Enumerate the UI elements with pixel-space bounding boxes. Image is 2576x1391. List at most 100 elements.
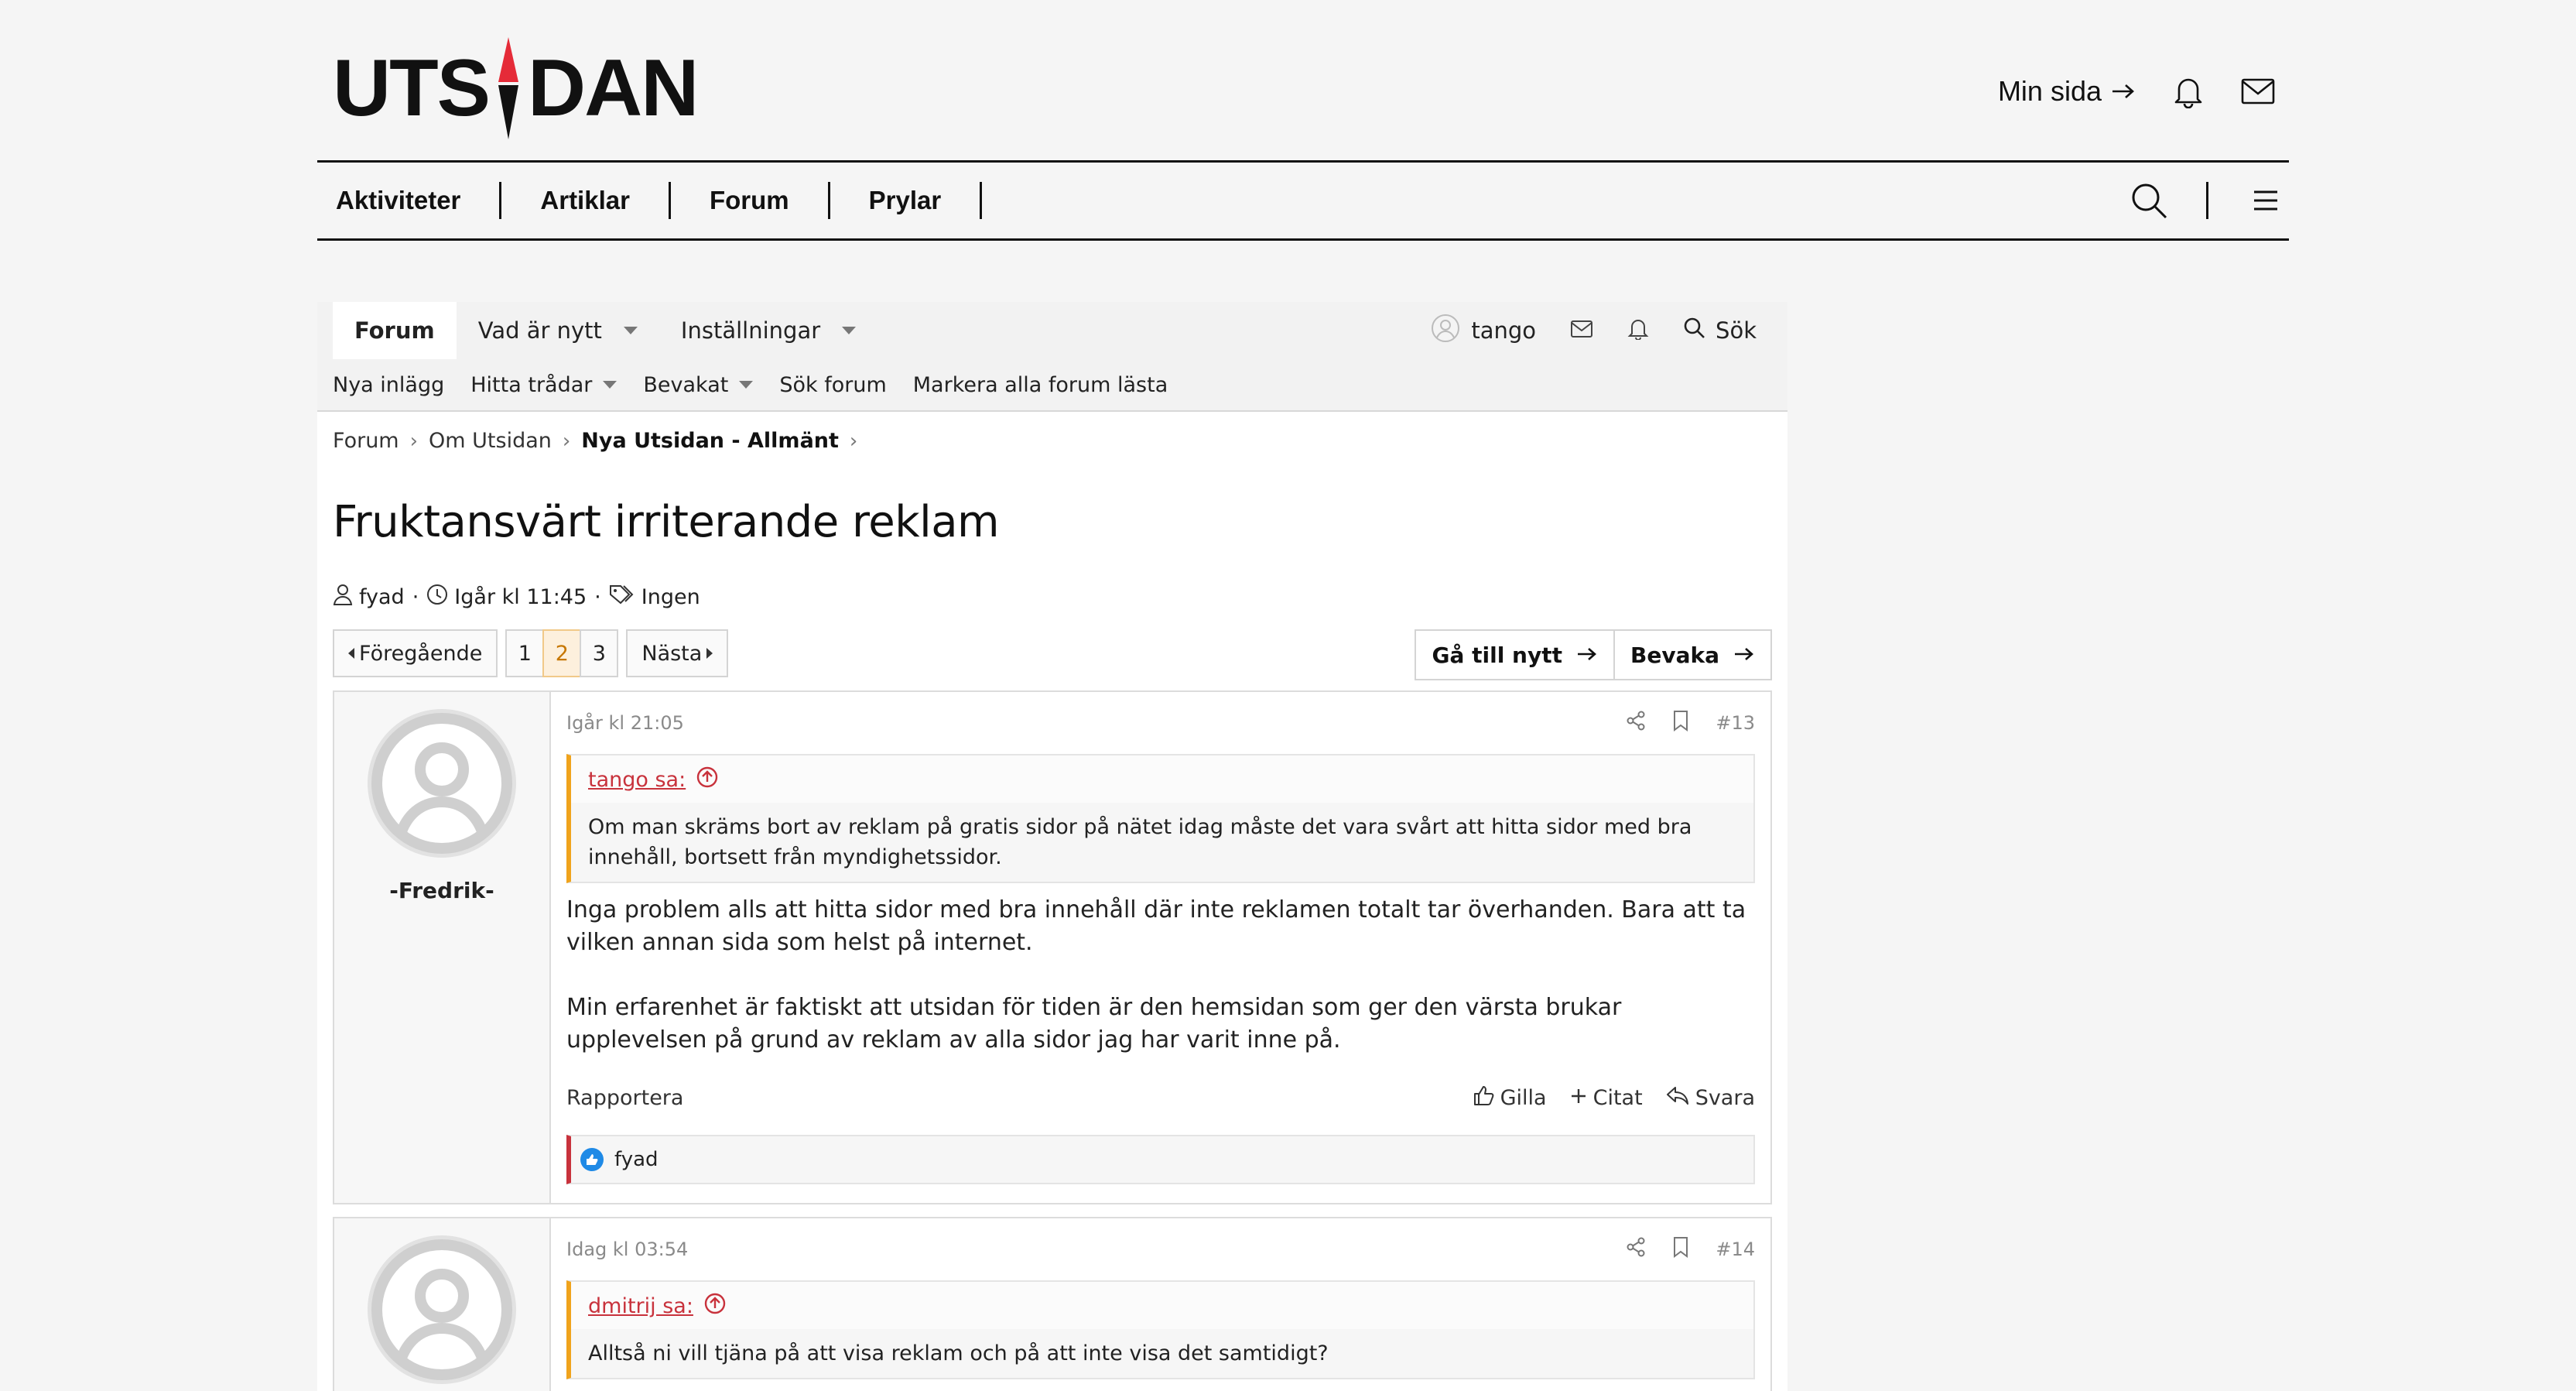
- post-header: Igår kl 21:05 #13: [566, 707, 1755, 738]
- post-time[interactable]: Idag kl 03:54: [566, 1239, 688, 1260]
- sub-nav-markera-lasta[interactable]: Markera alla forum lästa: [913, 373, 1168, 397]
- thread-author[interactable]: fyad: [359, 585, 405, 609]
- quote-header[interactable]: dmitrij sa:: [571, 1282, 1753, 1329]
- quote-author[interactable]: dmitrij sa:: [588, 1294, 693, 1318]
- reactions-bar[interactable]: fyad: [566, 1135, 1755, 1184]
- inbox-icon[interactable]: [1570, 317, 1593, 344]
- meta-separator: ·: [412, 585, 419, 609]
- clock-icon: [426, 584, 448, 611]
- page-button-3[interactable]: 3: [580, 629, 619, 677]
- forum-user-link[interactable]: tango: [1431, 313, 1536, 348]
- arrow-right-icon: [1733, 642, 1755, 668]
- like-label: Gilla: [1500, 1086, 1547, 1110]
- mail-icon[interactable]: [2241, 74, 2275, 108]
- tags-icon: [609, 584, 635, 611]
- quote-header[interactable]: tango sa:: [571, 755, 1753, 803]
- nav-item-prylar[interactable]: Prylar: [830, 182, 983, 219]
- avatar[interactable]: [368, 709, 516, 858]
- reaction-user[interactable]: fyad: [614, 1148, 659, 1171]
- tab-forum-label: Forum: [354, 317, 435, 344]
- share-icon[interactable]: [1626, 1237, 1646, 1262]
- share-icon[interactable]: [1626, 711, 1646, 735]
- post-user-cell: -Fredrik-: [334, 692, 551, 1203]
- nav-item-forum[interactable]: Forum: [671, 182, 830, 219]
- thread-tags: Ingen: [641, 585, 700, 609]
- post-time[interactable]: Igår kl 21:05: [566, 712, 684, 734]
- forum-search-label: Sök: [1716, 317, 1757, 344]
- sub-nav-bevakat[interactable]: Bevakat: [643, 373, 754, 397]
- thread-meta: fyad · Igår kl 11:45 · Ingen: [333, 584, 700, 611]
- quote-author[interactable]: tango sa:: [588, 768, 686, 792]
- nav-item-artiklar[interactable]: Artiklar: [501, 182, 671, 219]
- thread-date[interactable]: Igår kl 11:45: [454, 585, 587, 609]
- quote-button[interactable]: Citat: [1570, 1086, 1643, 1110]
- post-paragraph: Min erfarenhet är faktiskt att utsidan f…: [566, 994, 1622, 1054]
- prev-page-button[interactable]: Föregående: [333, 629, 498, 677]
- reply-button[interactable]: Svara: [1666, 1085, 1755, 1111]
- tab-vad-ar-nytt-label: Vad är nytt: [477, 317, 602, 344]
- prev-page-label: Föregående: [359, 641, 483, 666]
- compass-needle-icon: [492, 34, 525, 142]
- post-user-cell: [334, 1218, 551, 1391]
- next-page-button[interactable]: Nästa: [626, 629, 729, 677]
- breadcrumb-nya-utsidan[interactable]: Nya Utsidan - Allmänt: [581, 429, 839, 453]
- arrow-up-circle-icon[interactable]: [696, 766, 718, 793]
- user-icon: [333, 584, 353, 611]
- sub-nav-hitta-tradar[interactable]: Hitta trådar: [470, 373, 617, 397]
- page-button-2[interactable]: 2: [542, 629, 582, 677]
- post-number[interactable]: #13: [1716, 712, 1755, 734]
- goto-new-button[interactable]: Gå till nytt: [1415, 629, 1615, 680]
- forum-nav: Forum Vad är nytt Inställningar tango Sö…: [317, 302, 1787, 359]
- watch-button[interactable]: Bevaka: [1613, 629, 1772, 680]
- logo-text-right: DAN: [528, 43, 699, 133]
- like-button[interactable]: Gilla: [1473, 1084, 1547, 1112]
- chevron-down-icon: [623, 327, 638, 334]
- post-body: Inga problem alls att hitta sidor med br…: [566, 894, 1755, 1057]
- forum-search-button[interactable]: Sök: [1683, 317, 1757, 345]
- utsidan-logo[interactable]: UTS DAN: [333, 34, 699, 142]
- search-icon[interactable]: [2126, 182, 2172, 219]
- goto-new-label: Gå till nytt: [1432, 642, 1562, 668]
- min-sida-link[interactable]: Min sida: [1998, 75, 2136, 108]
- watch-label: Bevaka: [1630, 642, 1719, 668]
- thread-actions: Gå till nytt Bevaka: [1415, 629, 1772, 680]
- bookmark-icon[interactable]: [1672, 710, 1689, 736]
- main-navigation: Aktiviteter Artiklar Forum Prylar: [317, 160, 2289, 241]
- breadcrumb-forum[interactable]: Forum: [333, 429, 399, 453]
- chevron-right-icon: ›: [562, 429, 571, 453]
- post-number[interactable]: #14: [1716, 1239, 1755, 1260]
- avatar[interactable]: [368, 1235, 516, 1384]
- tab-vad-ar-nytt[interactable]: Vad är nytt: [457, 302, 659, 359]
- site-header: UTS DAN Min sida Aktiviteter Artiklar Fo…: [317, 0, 2289, 242]
- meta-separator: ·: [594, 585, 601, 609]
- report-link[interactable]: Rapportera: [566, 1086, 683, 1110]
- tab-forum[interactable]: Forum: [333, 302, 457, 359]
- bell-icon[interactable]: [2171, 74, 2205, 108]
- tab-installningar[interactable]: Inställningar: [659, 302, 877, 359]
- nav-tools-divider: [2206, 182, 2208, 219]
- tab-installningar-label: Inställningar: [680, 317, 821, 344]
- user-avatar-icon: [1431, 313, 1460, 348]
- quote-block: dmitrij sa: Alltså ni vill tjäna på att …: [566, 1280, 1755, 1379]
- page-button-1[interactable]: 1: [505, 629, 545, 677]
- sub-nav-label: Nya inlägg: [333, 372, 445, 397]
- reply-icon: [1666, 1085, 1689, 1111]
- sub-nav-sok-forum[interactable]: Sök forum: [779, 373, 886, 397]
- thumbs-up-icon: [1473, 1084, 1494, 1112]
- arrow-right-icon: [1576, 642, 1598, 668]
- arrow-up-circle-icon[interactable]: [704, 1293, 726, 1320]
- nav-item-aktiviteter[interactable]: Aktiviteter: [317, 182, 502, 219]
- post-username[interactable]: -Fredrik-: [389, 878, 494, 903]
- alerts-bell-icon[interactable]: [1627, 317, 1649, 345]
- post-content: Igår kl 21:05 #13 tango sa: Om man skräm…: [551, 692, 1770, 1203]
- sub-nav-nya-inlagg[interactable]: Nya inlägg: [333, 373, 444, 397]
- bookmark-icon[interactable]: [1672, 1236, 1689, 1263]
- breadcrumb: Forum › Om Utsidan › Nya Utsidan - Allmä…: [333, 429, 857, 453]
- breadcrumb-om-utsidan[interactable]: Om Utsidan: [429, 429, 552, 453]
- hamburger-menu-icon[interactable]: [2242, 182, 2289, 219]
- reply-label: Svara: [1695, 1086, 1755, 1110]
- plus-icon: [1570, 1086, 1587, 1110]
- quote-text: Om man skräms bort av reklam på gratis s…: [588, 815, 1692, 869]
- sub-nav-label: Markera alla forum lästa: [912, 372, 1168, 397]
- sub-nav-label: Hitta trådar: [470, 372, 593, 397]
